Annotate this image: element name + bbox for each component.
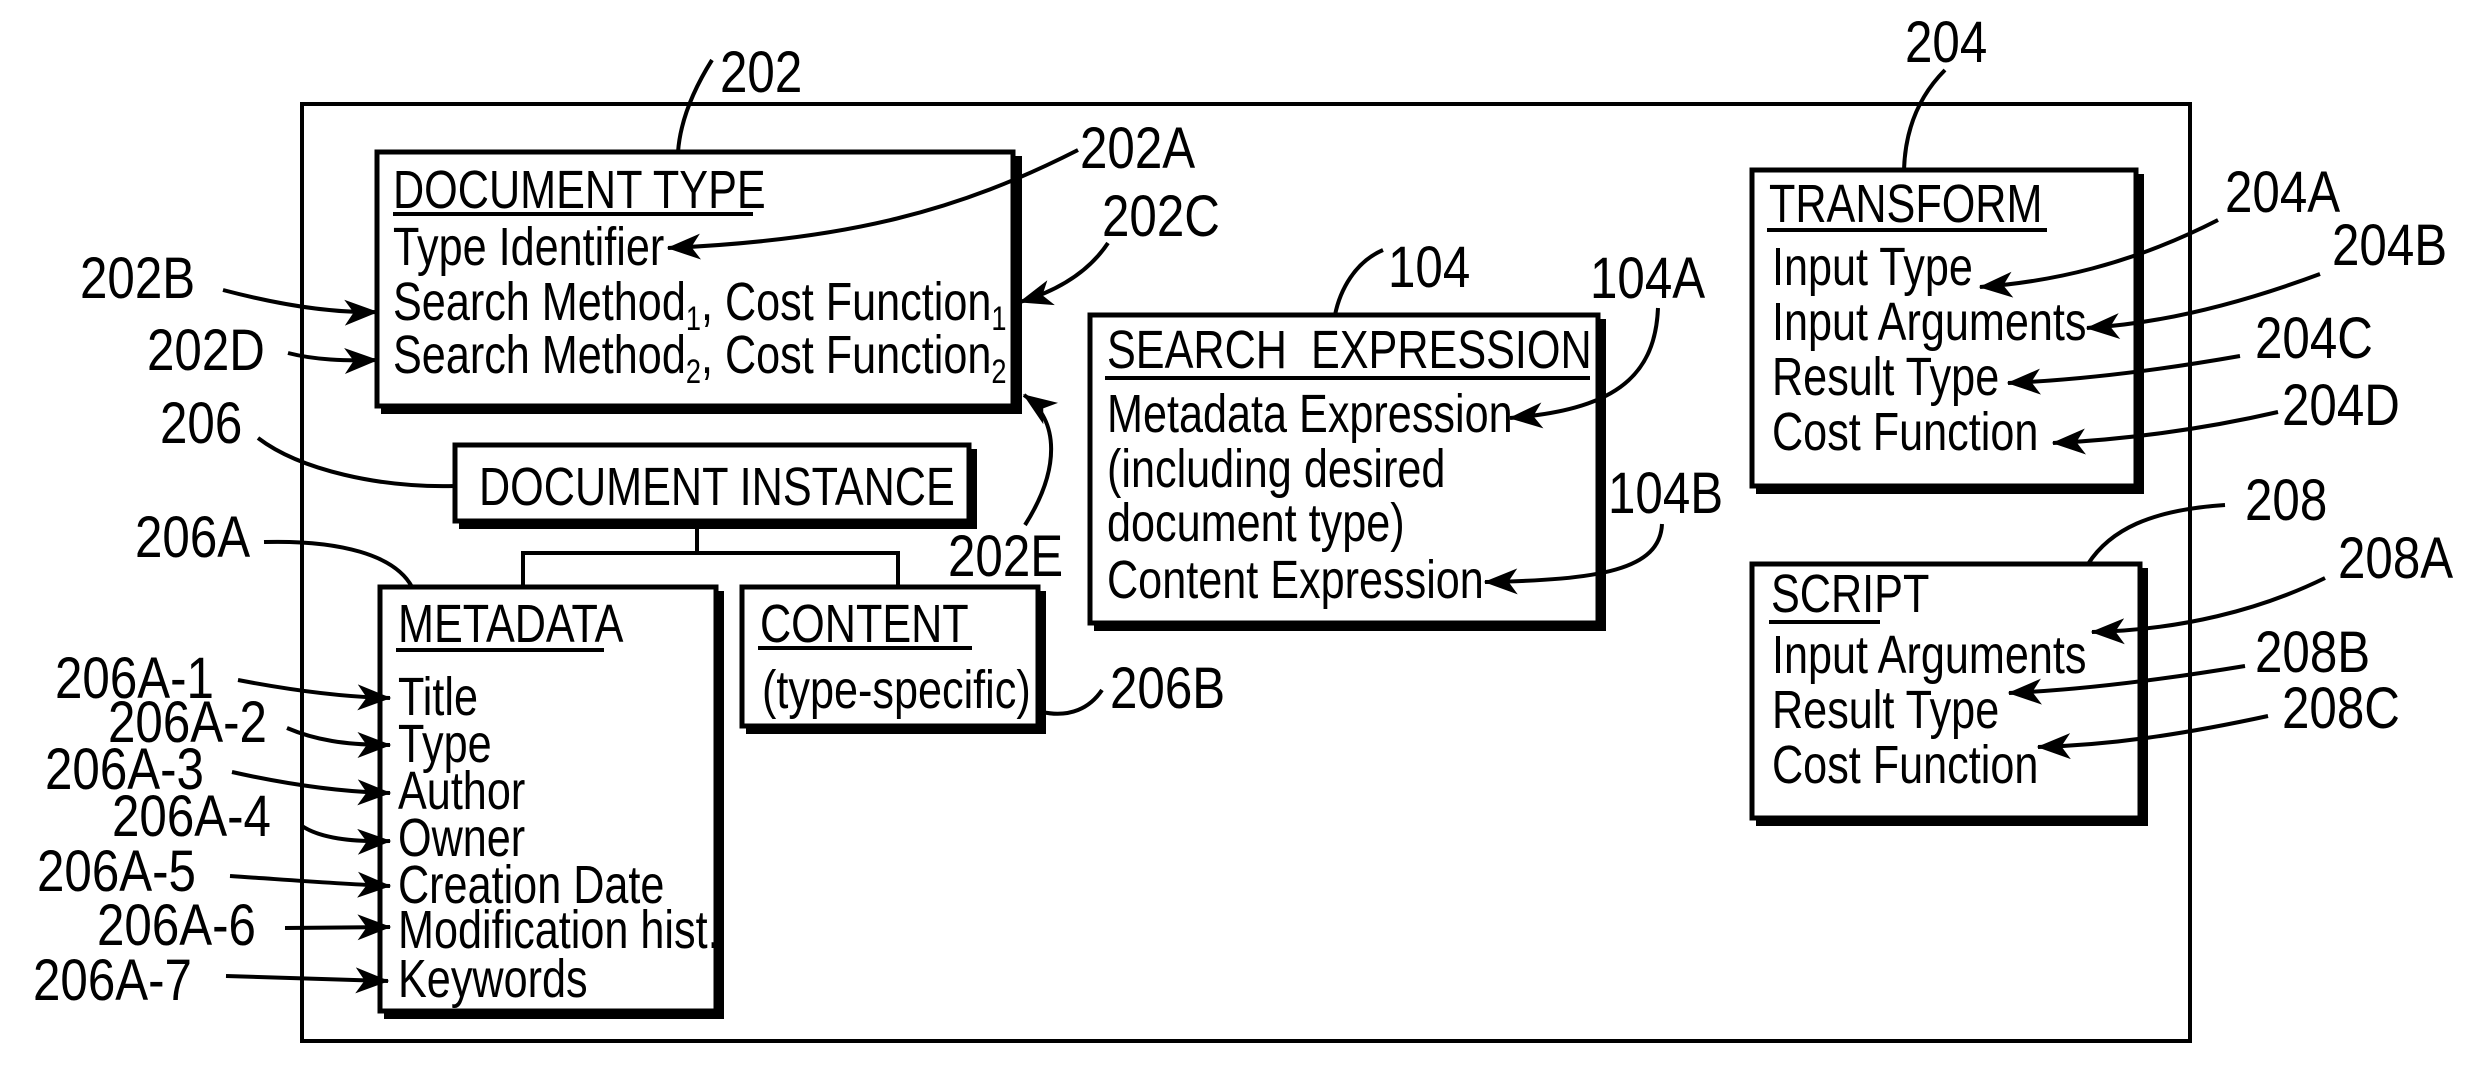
- transform-field: Result Type: [1772, 348, 1999, 408]
- type-identifier-field: Type Identifier: [393, 218, 664, 278]
- ref-label: 206A: [135, 505, 250, 570]
- leader-204: [1902, 68, 1947, 171]
- arrow-206a-4: [300, 824, 392, 855]
- metadata-expression-field: Metadata Expression: [1107, 385, 1513, 445]
- script-field: Cost Function: [1772, 736, 2038, 796]
- transform-field: Cost Function: [1772, 403, 2038, 463]
- arrow-206a-5: [229, 871, 392, 898]
- ref-label: 104A: [1590, 246, 1705, 311]
- ref-label: 204C: [2255, 306, 2373, 371]
- transform-field: Input Type: [1772, 238, 1973, 298]
- search-expression-box: SEARCH EXPRESSION Metadata Expression (i…: [1087, 312, 1606, 631]
- ref-label: 202D: [147, 318, 265, 383]
- ref-label: 104B: [1608, 461, 1723, 526]
- transform-title: TRANSFORM: [1769, 175, 2042, 235]
- diagram-canvas: DOCUMENT TYPE Type Identifier Search Met…: [33, 10, 2453, 1043]
- ref-label: 206B: [1110, 656, 1225, 721]
- ref-label: 204B: [2332, 213, 2447, 278]
- content-box: CONTENT (type-specific): [739, 584, 1046, 734]
- ref-label: 104: [1388, 235, 1470, 300]
- ref-label: 204D: [2282, 373, 2400, 438]
- ref-label: 202E: [948, 524, 1063, 589]
- ref-label: 206A-7: [33, 948, 192, 1013]
- arrow-202e: [1022, 393, 1059, 527]
- document-type-title: DOCUMENT TYPE: [393, 161, 766, 221]
- script-title: SCRIPT: [1771, 565, 1929, 625]
- script-field: Result Type: [1772, 681, 1999, 741]
- leader-206b: [1041, 688, 1104, 716]
- ref-label: 202: [720, 40, 802, 105]
- content-type-specific: (type-specific): [762, 661, 1031, 721]
- ref-label: 204A: [2225, 160, 2340, 225]
- ref-label: 202B: [80, 246, 195, 311]
- leader-206a: [263, 539, 414, 588]
- document-instance-title: DOCUMENT INSTANCE: [479, 458, 955, 518]
- leader-208: [2086, 503, 2226, 566]
- leader-104: [1333, 248, 1384, 316]
- script-box: SCRIPT Input Arguments Result Type Cost …: [1749, 561, 2148, 826]
- instance-tree-connector: [521, 525, 900, 587]
- leader-206: [256, 436, 456, 489]
- transform-field: Input Arguments: [1772, 293, 2086, 353]
- ref-label: 204: [1905, 10, 1987, 75]
- search-expression-title: SEARCH EXPRESSION: [1107, 321, 1592, 381]
- metadata-title: METADATA: [398, 595, 624, 655]
- ref-label: 208: [2245, 468, 2327, 533]
- script-field: Input Arguments: [1772, 626, 2086, 686]
- metadata-box: METADATA Title Type Author Owner Creatio…: [377, 584, 724, 1019]
- ref-label: 208C: [2282, 676, 2400, 741]
- ref-label: 208B: [2255, 620, 2370, 685]
- metadata-item: Keywords: [398, 950, 588, 1010]
- arrow-202c: [1018, 241, 1110, 306]
- document-instance-box: DOCUMENT INSTANCE: [452, 442, 977, 529]
- arrow-206a-7: [225, 967, 390, 994]
- content-title: CONTENT: [760, 595, 969, 655]
- content-expression-field: Content Expression: [1107, 551, 1484, 611]
- ref-label: 202C: [1102, 184, 1220, 249]
- ref-label: 208A: [2338, 526, 2453, 591]
- transform-box: TRANSFORM Input Type Input Arguments Res…: [1749, 167, 2144, 494]
- search-expression-line: document type): [1107, 494, 1405, 554]
- ref-label: 202A: [1080, 116, 1195, 181]
- document-type-box: DOCUMENT TYPE Type Identifier Search Met…: [374, 149, 1022, 414]
- ref-label: 206: [160, 391, 242, 456]
- search-expression-line: (including desired: [1107, 440, 1445, 500]
- arrow-206a-6: [284, 914, 392, 941]
